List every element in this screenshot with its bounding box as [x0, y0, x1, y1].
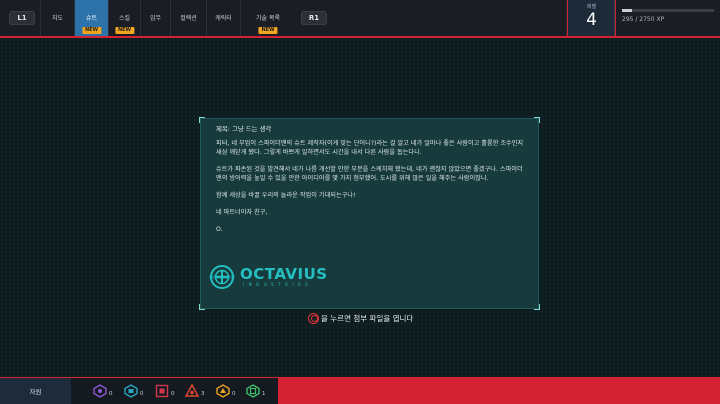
resource-count: 0 — [171, 390, 175, 397]
new-badge: NEW — [114, 27, 135, 34]
email-subject: 제목: 그냥 드는 생각 — [216, 125, 272, 133]
xp-progress-fill — [622, 9, 632, 12]
resource-backpack-token: 0 — [124, 384, 144, 398]
tab-characters[interactable]: 캐릭터 — [206, 0, 240, 36]
email-paragraph: 피터, 네 부업이 스파이더맨의 슈트 제작자(이게 맞는 단어니?)라는 걸 … — [216, 140, 524, 156]
resource-crime-token: 0 — [155, 384, 175, 398]
main-area: 제목: 그냥 드는 생각 피터, 네 부업이 스파이더맨의 슈트 제작자(이게 … — [0, 38, 720, 377]
bottom-bar: 자원 0 0 0 3 0 1 — [0, 377, 720, 404]
r1-button[interactable]: R1 — [301, 11, 327, 25]
xp-progress-bar — [622, 9, 714, 12]
tab-skills[interactable]: 스킬 NEW — [108, 0, 140, 36]
resource-challenge-token: 1 — [246, 384, 266, 398]
xp-panel: 295 / 2750 XP — [616, 0, 720, 36]
email-signature: O. — [216, 225, 223, 233]
resource-count: 3 — [201, 390, 205, 397]
tab-label: 컬렉션 — [180, 15, 197, 22]
menu-tabs-panel: L1 지도 슈트 NEW 스킬 NEW 임무 컬렉션 캐릭터 기술 목록 NEW… — [0, 0, 567, 36]
tab-label: 캐릭터 — [215, 15, 232, 22]
new-badge: NEW — [81, 27, 102, 34]
resource-count: 1 — [262, 390, 266, 397]
email-paragraph: 네 파트너이자 친구, — [216, 208, 268, 216]
resource-landmark-token: 0 — [216, 384, 236, 398]
email-body: 피터, 네 부업이 스파이더맨의 슈트 제작자(이게 맞는 단어니?)라는 걸 … — [216, 140, 528, 243]
circle-button-icon — [308, 312, 319, 324]
email-card: 제목: 그냥 드는 생각 피터, 네 부업이 스파이더맨의 슈트 제작자(이게 … — [199, 117, 540, 310]
crime-token-icon — [155, 384, 169, 398]
level-label: 레벨 — [586, 4, 597, 10]
landmark-token-icon — [216, 384, 230, 398]
tab-label: 임무 — [149, 15, 162, 22]
corner-bracket — [199, 117, 205, 123]
research-token-icon — [93, 384, 107, 398]
corner-bracket — [534, 117, 540, 123]
level-value: 4 — [586, 10, 597, 30]
top-bar: L1 지도 슈트 NEW 스킬 NEW 임무 컬렉션 캐릭터 기술 목록 NEW… — [0, 0, 720, 38]
open-attachment-hint[interactable]: 을 누르면 첨부 파일을 엽니다 — [308, 312, 413, 324]
logo-name: OCTAVIUS — [240, 265, 328, 283]
tab-suits[interactable]: 슈트 NEW — [74, 0, 108, 36]
tab-missions[interactable]: 임무 — [140, 0, 170, 36]
tab-moves-list[interactable]: 기술 목록 NEW — [240, 0, 295, 36]
new-badge: NEW — [258, 27, 278, 34]
email-paragraph: 함께 세상을 바꿀 우리의 놀라운 작업이 기대되는구나! — [216, 192, 356, 200]
xp-text: 295 / 2750 XP — [622, 16, 665, 23]
corner-bracket — [534, 304, 540, 310]
tab-map[interactable]: 지도 — [40, 0, 74, 36]
challenge-token-icon — [246, 384, 260, 398]
octavius-industries-logo: OCTAVIUS INDUSTRIES — [209, 264, 334, 292]
resources-panel: 자원 0 0 0 3 0 1 — [0, 378, 278, 404]
hint-text: 을 누르면 첨부 파일을 엽니다 — [321, 313, 414, 323]
resource-count: 0 — [109, 390, 113, 397]
resource-research-token: 0 — [93, 384, 113, 398]
resource-count: 0 — [140, 390, 144, 397]
corner-bracket — [199, 304, 205, 310]
resource-count: 0 — [232, 390, 236, 397]
tab-collections[interactable]: 컬렉션 — [170, 0, 206, 36]
base-token-icon — [185, 384, 199, 398]
l1-button[interactable]: L1 — [9, 11, 35, 25]
level-panel: 레벨 4 — [568, 0, 615, 36]
email-paragraph: 슈트가 파손된 것을 발견해서 네가 나름 개선할 만한 부분을 스케치해 봤는… — [216, 166, 523, 182]
tab-label: 지도 — [51, 15, 64, 22]
octavius-emblem-icon — [209, 265, 235, 289]
backpack-token-icon — [124, 384, 138, 398]
resource-base-token: 3 — [185, 384, 205, 398]
resources-label: 자원 — [0, 378, 71, 404]
logo-subtitle: INDUSTRIES — [243, 282, 313, 287]
